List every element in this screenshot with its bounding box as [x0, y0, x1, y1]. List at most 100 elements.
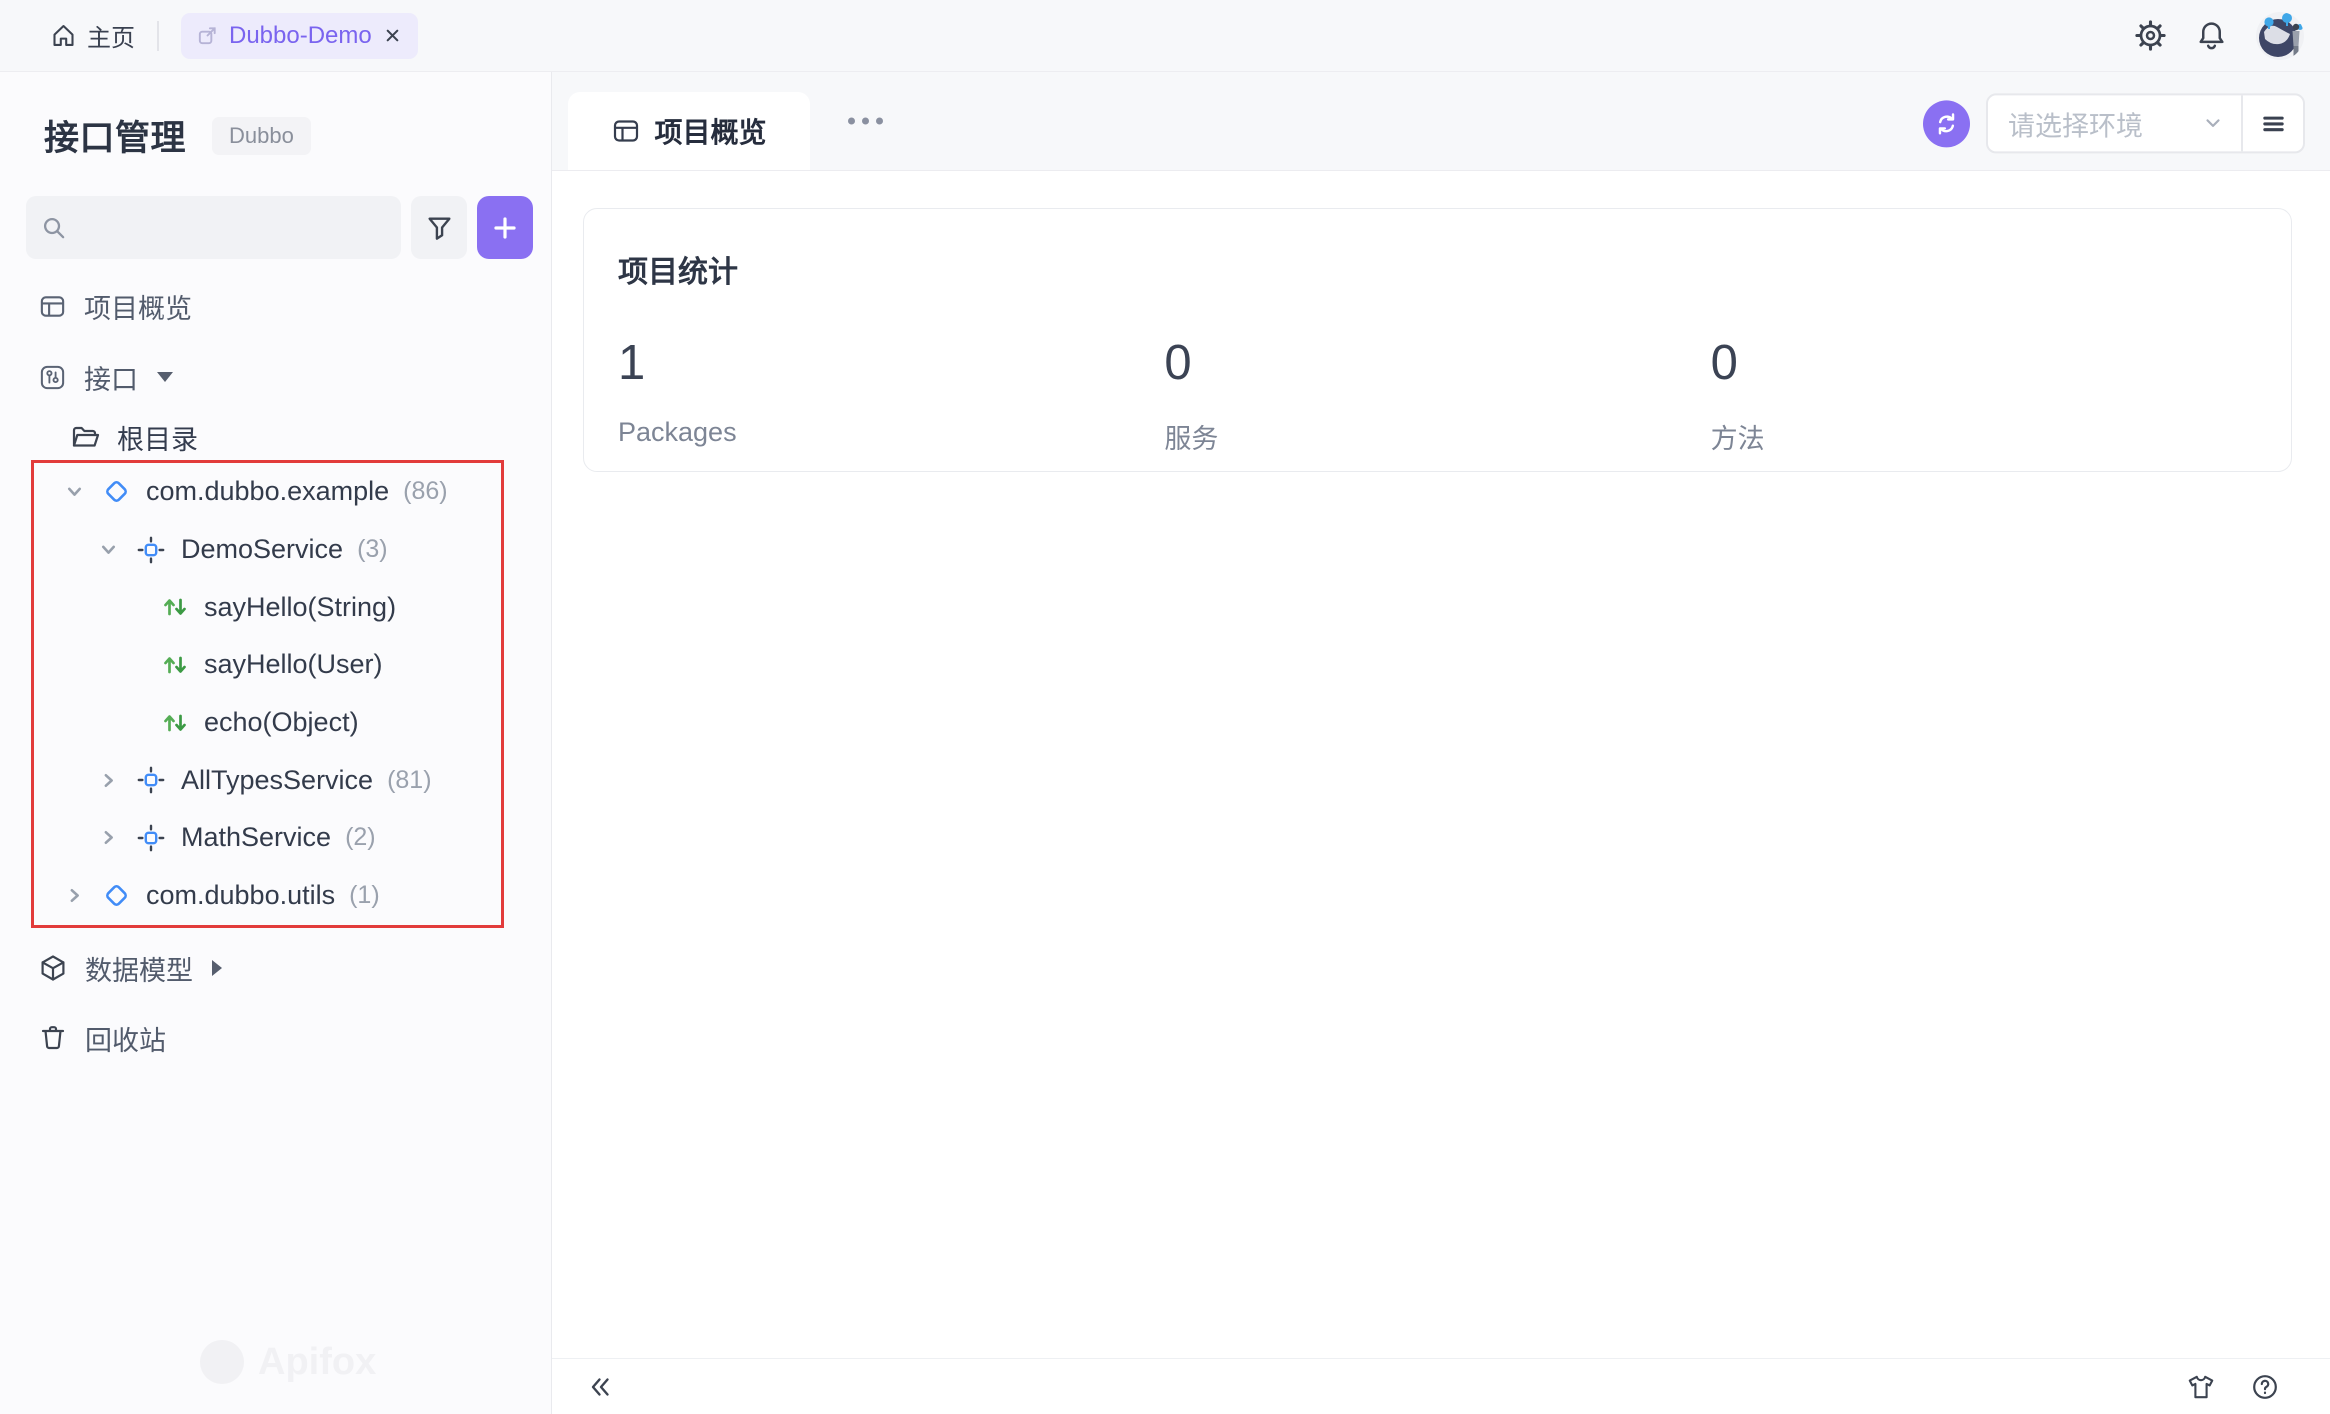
stat-services: 0 服务 — [1164, 335, 1710, 456]
sidebar-item-root-folder[interactable]: 根目录 — [0, 408, 543, 466]
tree-item-count: (2) — [345, 823, 376, 852]
service-icon — [135, 764, 167, 796]
add-button[interactable] — [477, 196, 533, 259]
close-icon[interactable] — [382, 25, 403, 46]
sidebar-item-overview[interactable]: 项目概览 — [0, 277, 543, 335]
apifox-logo — [200, 1340, 244, 1384]
tree-item-method[interactable]: sayHello(String) — [34, 578, 501, 636]
highlight-box: com.dubbo.example (86) DemoService (3) s… — [31, 460, 504, 928]
tree-item-count: (86) — [403, 477, 447, 506]
project-tab-icon — [196, 24, 219, 47]
tree-item-label: echo(Object) — [204, 707, 359, 738]
tree-item-count: (81) — [387, 766, 431, 795]
method-icon — [160, 592, 190, 622]
package-icon — [101, 476, 132, 507]
home-icon — [50, 22, 77, 49]
tree-item-service[interactable]: MathService (2) — [34, 809, 501, 867]
tab-strip: 项目概览 请选择环境 — [552, 72, 2330, 171]
caret-down-icon[interactable] — [157, 372, 173, 382]
search-icon — [40, 214, 67, 241]
notifications-icon — [2195, 19, 2228, 52]
tree-item-label: sayHello(String) — [204, 592, 396, 623]
method-icon — [160, 708, 190, 738]
menu-icon — [2260, 110, 2287, 137]
sidebar-item-data-models[interactable]: 数据模型 — [0, 939, 543, 997]
chevron-right-icon[interactable] — [96, 825, 121, 850]
add-icon — [488, 211, 522, 245]
apifox-watermark: Apifox — [200, 1340, 376, 1384]
overview-icon — [38, 292, 67, 321]
tree-item-count: (3) — [357, 535, 388, 564]
avatar[interactable] — [2256, 12, 2304, 60]
search-box[interactable] — [26, 196, 401, 259]
protocol-badge: Dubbo — [212, 117, 311, 155]
notifications-button[interactable] — [2195, 19, 2228, 52]
sidebar-title: 接口管理 — [44, 110, 186, 161]
sidebar-item-api[interactable]: 接口 — [0, 348, 543, 406]
tree-item-label: com.dubbo.utils — [146, 880, 335, 911]
tshirt-icon — [2186, 1372, 2216, 1402]
sidebar-item-label: 根目录 — [117, 418, 198, 457]
stat-label: Packages — [618, 417, 1164, 448]
stat-value: 0 — [1711, 335, 2257, 391]
footer-bar — [552, 1358, 2330, 1414]
filter-button[interactable] — [411, 196, 467, 259]
more-tabs-button[interactable] — [838, 108, 893, 135]
chevron-right-icon[interactable] — [96, 768, 121, 793]
environment-select[interactable]: 请选择环境 — [1988, 95, 2241, 151]
sidebar-item-label: 回收站 — [85, 1019, 166, 1058]
help-button[interactable] — [2250, 1372, 2280, 1402]
tab-label: 项目概览 — [654, 111, 766, 151]
main-area: 项目概览 请选择环境 项目统计 1 — [552, 72, 2330, 1414]
tree-item-package[interactable]: com.dubbo.utils (1) — [34, 867, 501, 925]
stat-value: 1 — [618, 335, 1164, 391]
cube-icon — [38, 953, 68, 983]
tree-item-label: DemoService — [181, 534, 343, 565]
package-icon — [101, 880, 132, 911]
service-icon — [135, 534, 167, 566]
tree-item-method[interactable]: echo(Object) — [34, 694, 501, 752]
settings-button[interactable] — [2134, 19, 2167, 52]
tree-item-service[interactable]: AllTypesService (81) — [34, 751, 501, 809]
chevron-right-icon[interactable] — [62, 883, 87, 908]
stat-label: 服务 — [1164, 417, 1710, 456]
chevron-down-icon — [2201, 111, 2225, 135]
tree-item-service[interactable]: DemoService (3) — [34, 521, 501, 579]
chevron-down-icon[interactable] — [62, 479, 87, 504]
stat-methods: 0 方法 — [1711, 335, 2257, 456]
stat-packages: 1 Packages — [618, 335, 1164, 456]
stat-value: 0 — [1164, 335, 1710, 391]
card-title: 项目统计 — [618, 247, 2257, 291]
stat-label: 方法 — [1711, 417, 2257, 456]
filter-icon — [425, 213, 454, 242]
caret-right-icon[interactable] — [212, 960, 222, 976]
settings-icon — [2134, 19, 2167, 52]
chevron-down-icon[interactable] — [96, 537, 121, 562]
search-input[interactable] — [77, 214, 387, 242]
tree-item-method[interactable]: sayHello(User) — [34, 636, 501, 694]
home-button[interactable]: 主页 — [50, 18, 135, 53]
api-icon — [38, 363, 67, 392]
tab-project-overview[interactable]: 项目概览 — [568, 92, 810, 170]
environment-menu-button[interactable] — [2243, 95, 2303, 151]
sidebar-item-label: 数据模型 — [85, 949, 193, 988]
home-label: 主页 — [87, 18, 135, 53]
theme-button[interactable] — [2186, 1372, 2216, 1402]
tree-item-count: (1) — [349, 881, 380, 910]
service-icon — [135, 822, 167, 854]
project-stats-card: 项目统计 1 Packages 0 服务 0 方法 — [583, 208, 2292, 472]
collapse-sidebar-button[interactable] — [586, 1373, 614, 1401]
environment-placeholder: 请选择环境 — [2008, 104, 2143, 143]
project-tab[interactable]: Dubbo-Demo — [181, 13, 418, 59]
method-icon — [160, 650, 190, 680]
tree-item-label: sayHello(User) — [204, 649, 383, 680]
refresh-icon — [1932, 109, 1961, 138]
refresh-button[interactable] — [1923, 100, 1970, 147]
tree-item-package[interactable]: com.dubbo.example (86) — [34, 463, 501, 521]
sidebar-item-label: 项目概览 — [84, 287, 192, 326]
sidebar-item-recycle-bin[interactable]: 回收站 — [0, 1009, 543, 1067]
sidebar: 接口管理 Dubbo 项目概览 接口 根目录 com.dubbo.example — [0, 72, 552, 1414]
sidebar-item-label: 接口 — [84, 358, 138, 397]
overview-icon — [611, 116, 641, 146]
topbar-divider — [157, 21, 159, 51]
